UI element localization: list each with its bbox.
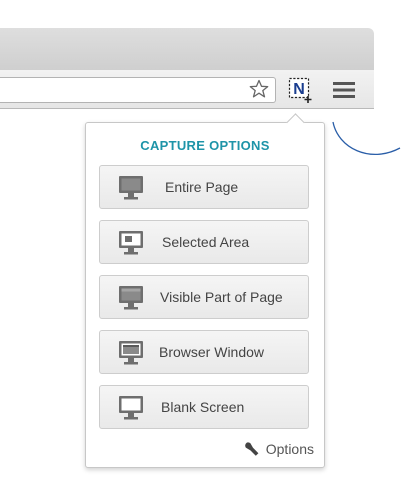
address-bar[interactable]	[0, 77, 276, 103]
blank-screen-button[interactable]: Blank Screen	[99, 385, 309, 429]
browser-toolbar: N	[0, 70, 374, 109]
monitor-entire-page-icon	[119, 176, 143, 200]
browser-tabstrip	[0, 28, 374, 71]
option-label: Selected Area	[162, 234, 250, 250]
option-label: Blank Screen	[161, 399, 245, 415]
option-label: Visible Part of Page	[160, 289, 283, 305]
monitor-blank-screen-icon	[119, 396, 143, 420]
browser-window-button[interactable]: Browser Window	[99, 330, 309, 374]
option-label: Browser Window	[159, 344, 265, 360]
options-link-label: Options	[265, 441, 314, 457]
monitor-selected-area-icon	[119, 231, 143, 255]
capture-options-popup: CAPTURE OPTIONS Entire Page Selected Are…	[85, 113, 325, 468]
monitor-browser-window-icon	[119, 341, 143, 365]
svg-text:N: N	[293, 81, 305, 98]
star-icon[interactable]	[249, 79, 269, 99]
callout-line	[332, 121, 401, 156]
menu-icon[interactable]	[333, 81, 355, 99]
popup-arrow	[286, 113, 305, 132]
wrench-icon	[244, 442, 259, 456]
monitor-visible-part-icon	[119, 286, 143, 310]
selected-area-button[interactable]: Selected Area	[99, 220, 309, 264]
visible-part-button[interactable]: Visible Part of Page	[99, 275, 309, 319]
option-label: Entire Page	[165, 179, 239, 195]
entire-page-button[interactable]: Entire Page	[99, 165, 309, 209]
options-link[interactable]: Options	[244, 441, 314, 457]
popup-title: CAPTURE OPTIONS	[140, 138, 270, 153]
nimbus-extension-icon[interactable]: N	[288, 76, 314, 104]
